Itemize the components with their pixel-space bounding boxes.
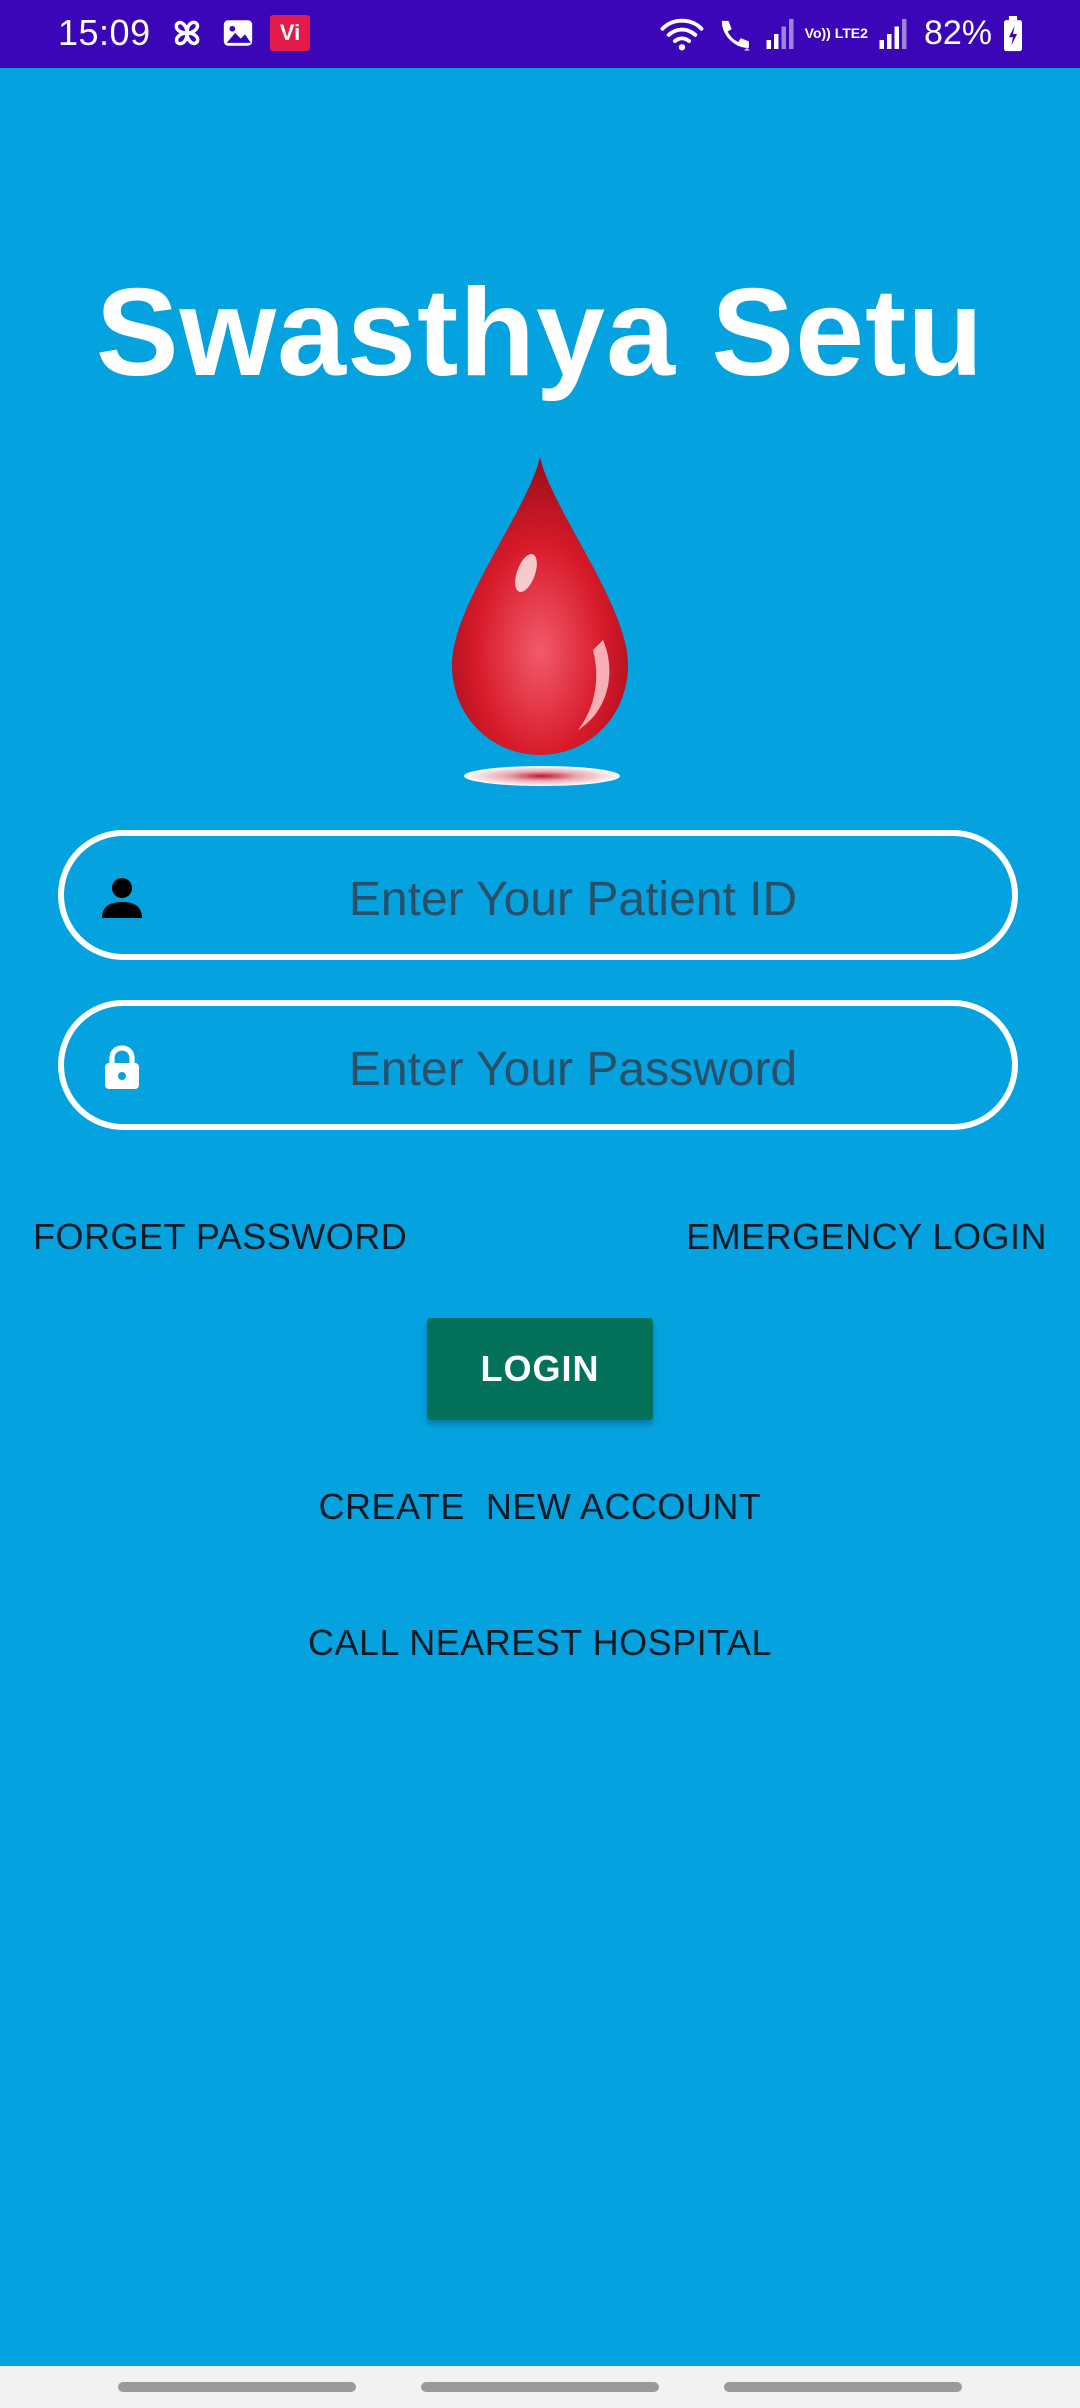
status-bar: 15:09 Vi 1 Vo)) LTE2 82% <box>0 0 1080 68</box>
battery-charging-icon <box>1004 15 1022 51</box>
nav-home-handle[interactable] <box>421 2382 659 2392</box>
forget-password-link[interactable]: FORGET PASSWORD <box>33 1216 407 1258</box>
vi-badge: Vi <box>270 15 310 51</box>
wifi-icon <box>660 18 704 50</box>
login-button[interactable]: LOGIN <box>427 1318 653 1420</box>
lock-icon <box>105 1045 139 1089</box>
emergency-login-link[interactable]: EMERGENCY LOGIN <box>686 1216 1047 1258</box>
password-input[interactable] <box>174 1024 972 1114</box>
password-field[interactable] <box>58 1000 1018 1130</box>
app-title: Swasthya Setu <box>95 264 985 402</box>
pinwheel-icon <box>174 20 200 46</box>
wifi-calling-icon: 1 <box>721 20 750 52</box>
status-time: 15:09 <box>58 12 151 53</box>
status-left-icons: Vi <box>168 14 310 52</box>
blood-drop-icon <box>452 457 628 786</box>
volte-icon: Vo)) LTE2 <box>804 25 868 41</box>
navigation-bar <box>0 2366 1080 2408</box>
call-hospital-link[interactable]: CALL NEAREST HOSPITAL <box>0 1622 1080 1664</box>
status-right-icons: 1 Vo)) LTE2 82% <box>659 14 1024 53</box>
create-account-link[interactable]: CREATE NEW ACCOUNT <box>0 1486 1080 1528</box>
person-icon <box>102 878 142 918</box>
patient-id-field[interactable] <box>58 830 1018 960</box>
nav-recents-handle[interactable] <box>118 2382 356 2392</box>
signal-icon-2 <box>879 18 907 49</box>
signal-icon <box>766 18 794 49</box>
nav-back-handle[interactable] <box>724 2382 962 2392</box>
battery-percent: 82% <box>923 14 992 52</box>
svg-text:1: 1 <box>743 39 750 52</box>
patient-id-input[interactable] <box>174 854 972 944</box>
gallery-icon <box>223 20 253 46</box>
